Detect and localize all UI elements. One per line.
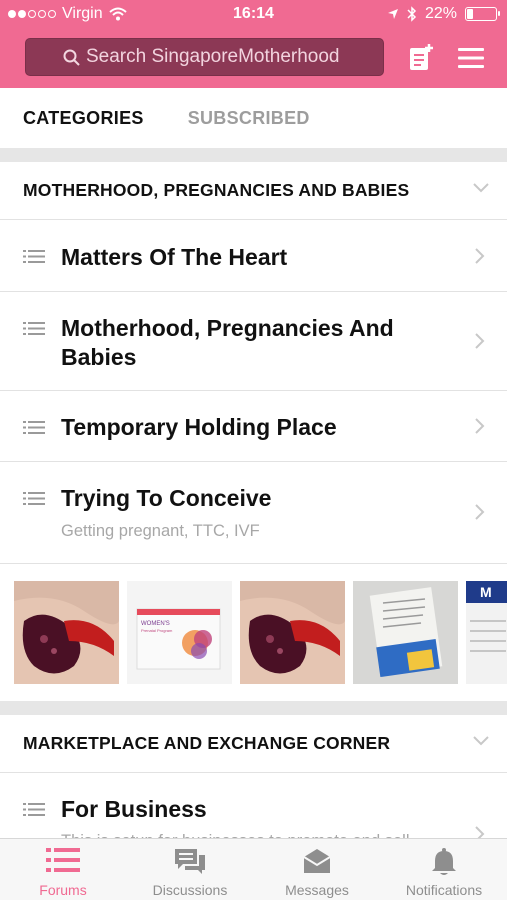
nav-discussions[interactable]: Discussions xyxy=(127,839,253,900)
svg-text:Prenatal Program: Prenatal Program xyxy=(141,628,173,633)
list-icon xyxy=(23,421,45,434)
svg-text:WOMEN'S: WOMEN'S xyxy=(141,621,170,627)
forum-row-trying-to-conceive[interactable]: Trying To Conceive Getting pregnant, TTC… xyxy=(0,462,507,564)
forum-row-matters-of-the-heart[interactable]: Matters Of The Heart xyxy=(0,220,507,292)
forum-title: Trying To Conceive xyxy=(61,485,272,511)
chevron-down-icon[interactable] xyxy=(473,183,489,193)
section-title: MOTHERHOOD, PREGNANCIES AND BABIES xyxy=(23,180,410,200)
forum-row-temporary-holding-place[interactable]: Temporary Holding Place xyxy=(0,391,507,462)
hamburger-menu-icon[interactable] xyxy=(455,42,487,74)
nav-notifications[interactable]: Notifications xyxy=(381,839,507,900)
messages-icon xyxy=(303,849,331,873)
section-header-motherhood[interactable]: MOTHERHOOD, PREGNANCIES AND BABIES xyxy=(0,162,507,220)
category-tabs: CATEGORIES SUBSCRIBED xyxy=(0,88,507,148)
forums-list-icon xyxy=(46,848,80,872)
forum-subtitle: Getting pregnant, TTC, IVF xyxy=(61,522,260,540)
divider xyxy=(0,701,507,715)
list-icon xyxy=(23,250,45,263)
status-bar: Virgin 16:14 22% xyxy=(0,0,507,30)
image-thumbnail-strip[interactable]: WOMEN'S Prenatal Program M xyxy=(0,564,507,701)
forum-title: Temporary Holding Place xyxy=(61,414,337,440)
divider xyxy=(0,148,507,162)
thumbnail-image[interactable] xyxy=(353,581,458,684)
top-bar: Virgin 16:14 22% xyxy=(0,0,507,88)
tab-categories[interactable]: CATEGORIES xyxy=(23,108,144,129)
nav-messages[interactable]: Messages xyxy=(254,839,380,900)
bottom-tab-bar: Forums Discussions Messages Notification… xyxy=(0,838,507,900)
bluetooth-icon xyxy=(407,6,417,22)
forum-title: Matters Of The Heart xyxy=(61,244,288,270)
location-arrow-icon xyxy=(387,9,398,19)
nav-label: Notifications xyxy=(405,882,483,898)
new-post-icon[interactable] xyxy=(405,42,437,74)
section-title: MARKETPLACE AND EXCHANGE CORNER xyxy=(23,733,391,753)
svg-text:M: M xyxy=(480,584,492,600)
discussions-icon xyxy=(175,849,205,874)
search-icon xyxy=(63,49,80,66)
list-icon xyxy=(23,322,45,335)
nav-label: Discussions xyxy=(152,882,228,898)
chevron-right-icon xyxy=(475,333,485,349)
section-header-marketplace[interactable]: MARKETPLACE AND EXCHANGE CORNER xyxy=(0,715,507,773)
chevron-down-icon[interactable] xyxy=(473,736,489,746)
nav-label: Forums xyxy=(39,882,87,898)
nav-forums[interactable]: Forums xyxy=(0,839,126,900)
forum-row-for-business[interactable]: For Business This is setup for businesse… xyxy=(0,773,507,843)
status-right: 22% xyxy=(387,5,500,23)
chevron-right-icon xyxy=(475,248,485,264)
thumbnail-image[interactable] xyxy=(240,581,345,684)
nav-label: Messages xyxy=(285,882,349,898)
tab-subscribed[interactable]: SUBSCRIBED xyxy=(188,108,310,129)
thumbnail-image[interactable] xyxy=(14,581,119,684)
list-icon xyxy=(23,492,45,505)
forum-title: For Business xyxy=(61,796,207,822)
thumbnail-image[interactable]: WOMEN'S Prenatal Program xyxy=(127,581,232,684)
chevron-right-icon xyxy=(475,504,485,520)
battery-percent: 22% xyxy=(424,5,457,22)
battery-icon xyxy=(465,7,500,21)
thumbnail-image[interactable]: M xyxy=(466,581,507,684)
search-input[interactable] xyxy=(86,46,346,68)
notifications-bell-icon xyxy=(432,848,456,875)
chevron-right-icon xyxy=(475,418,485,434)
forum-row-motherhood-pregnancies-babies[interactable]: Motherhood, Pregnancies And Babies xyxy=(0,292,507,391)
forum-title: Motherhood, Pregnancies And Babies xyxy=(61,315,394,370)
search-bar[interactable] xyxy=(25,38,384,76)
list-icon xyxy=(23,803,45,816)
